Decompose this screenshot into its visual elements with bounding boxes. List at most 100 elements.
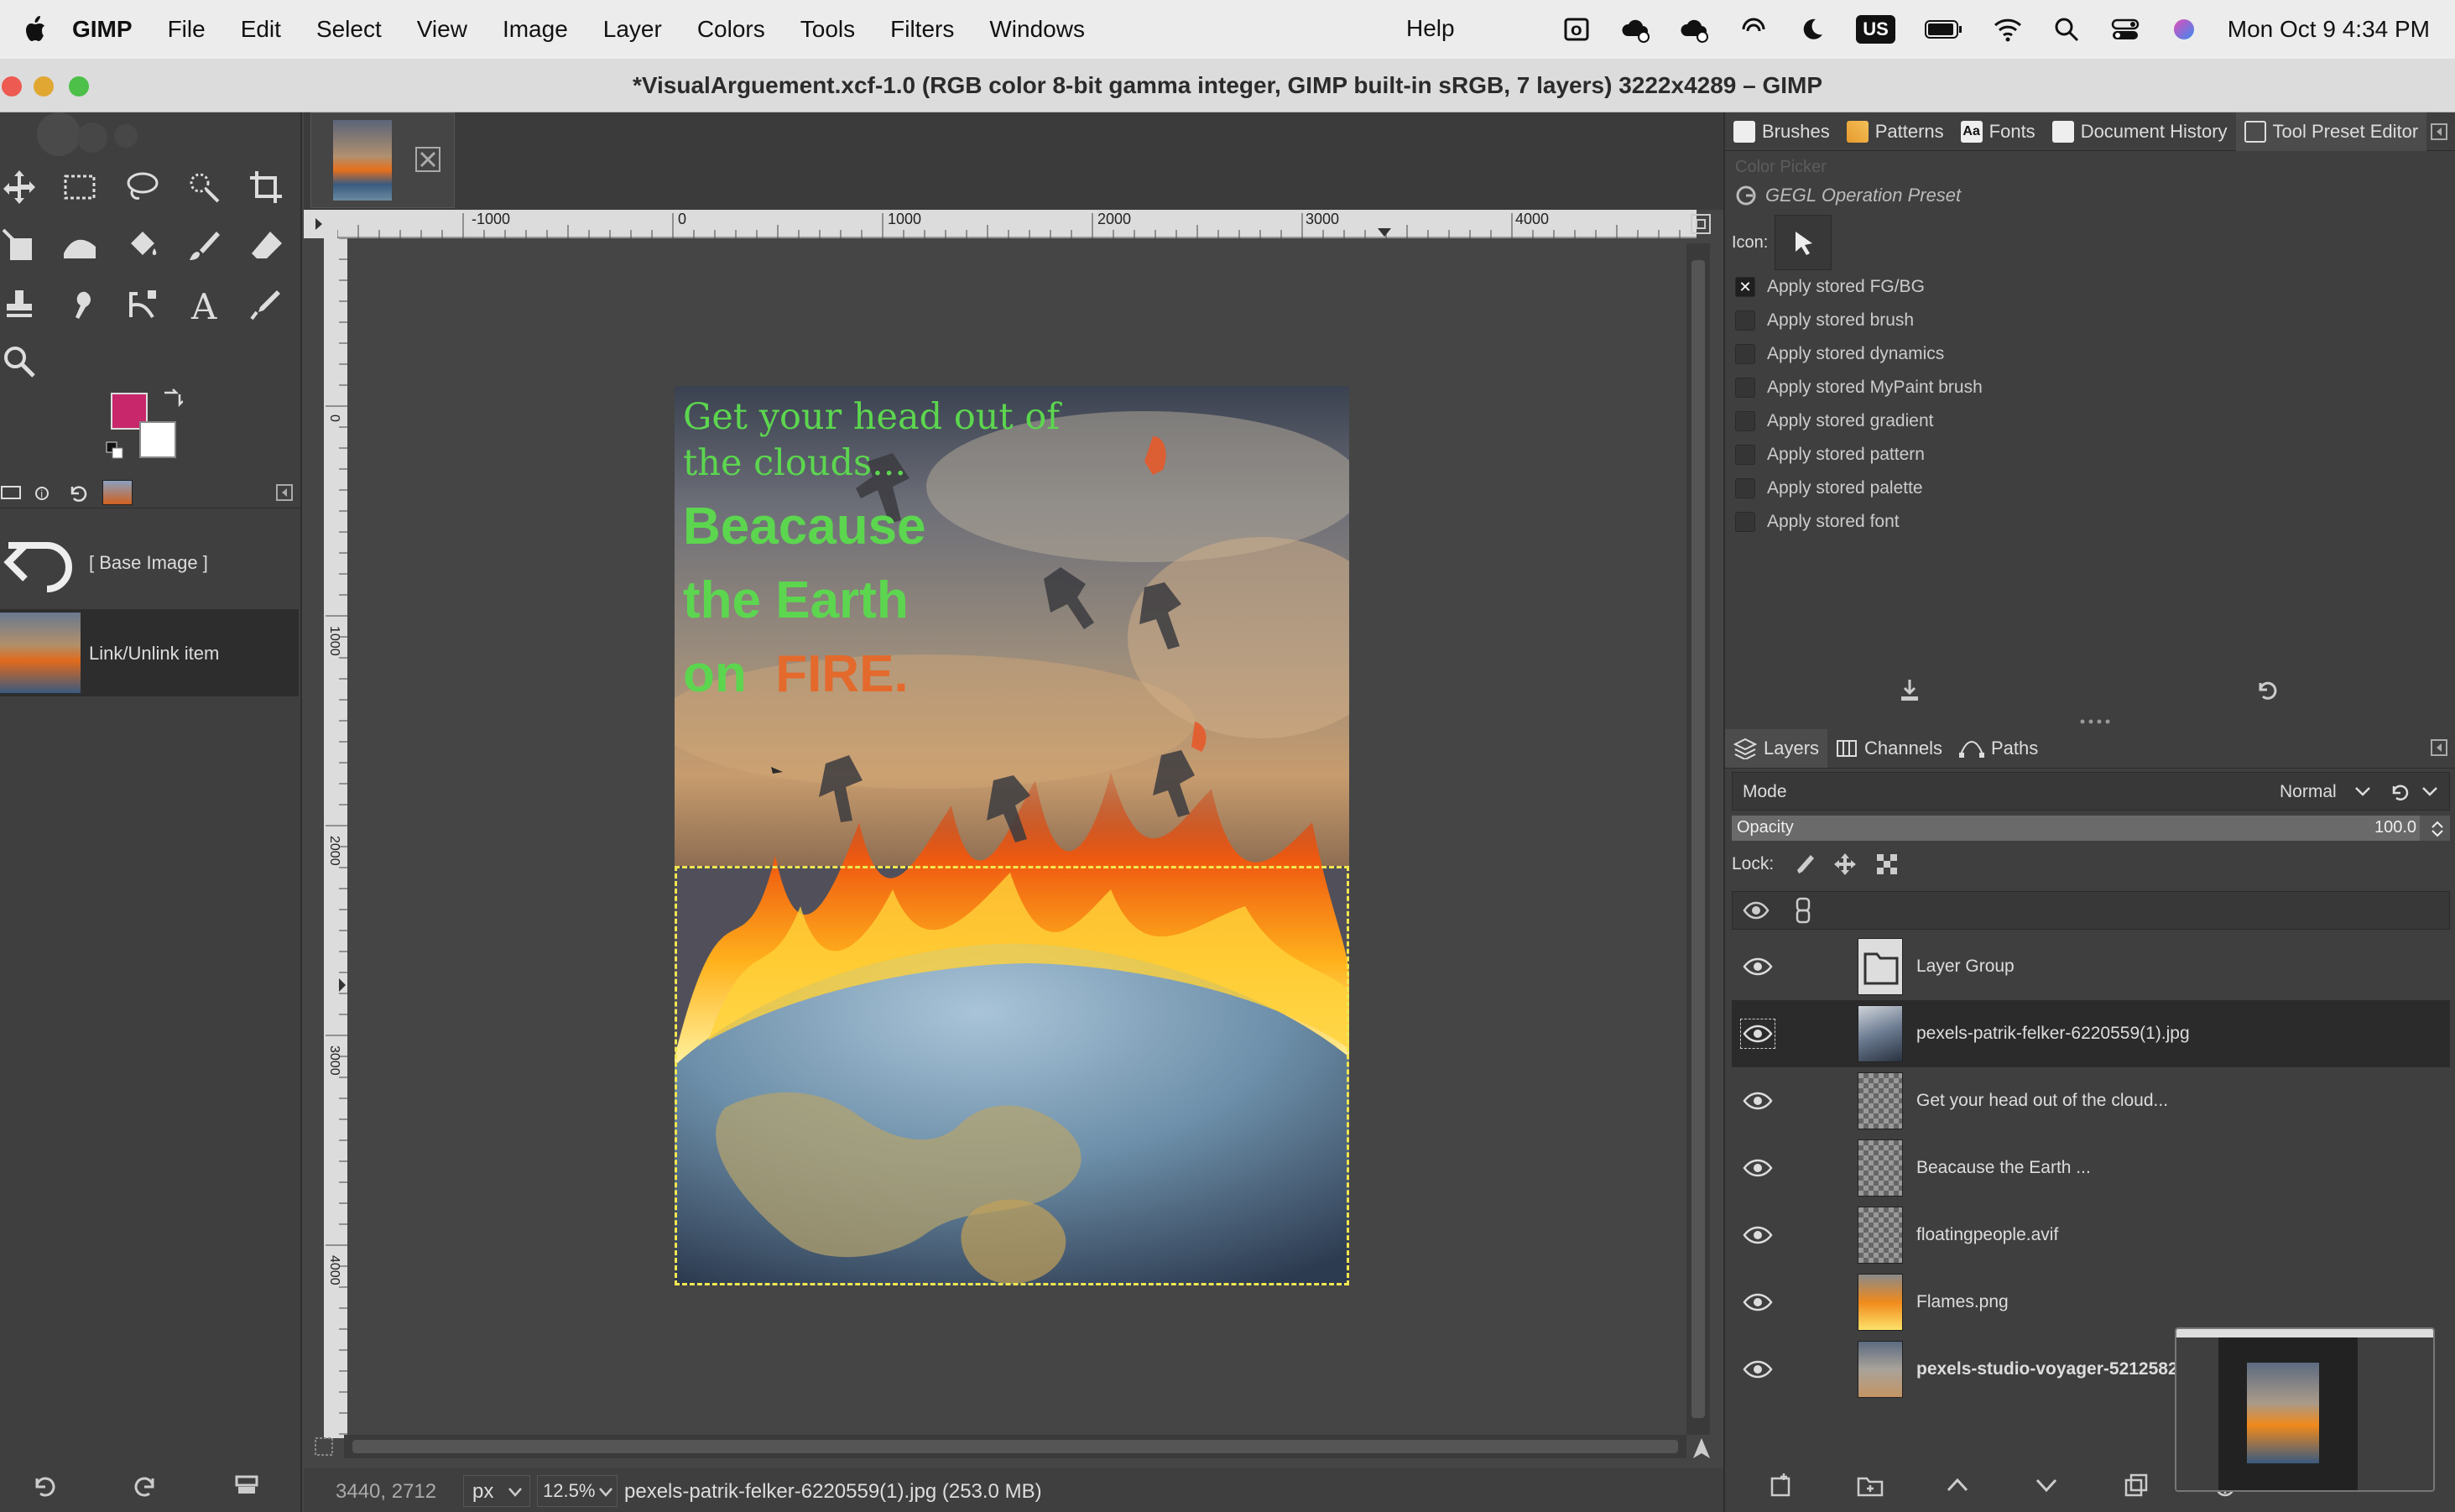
unit-select[interactable]: px	[463, 1475, 530, 1507]
undo-button-icon[interactable]	[30, 1473, 55, 1499]
menu-edit[interactable]: Edit	[241, 16, 281, 43]
checkbox[interactable]	[1735, 310, 1755, 331]
layer-mode-select[interactable]: Mode Normal	[1732, 772, 2450, 811]
fuzzy-select-icon[interactable]	[180, 163, 228, 211]
eye-icon[interactable]	[1740, 1220, 1775, 1250]
checkbox[interactable]	[1735, 344, 1755, 364]
wifi-icon[interactable]	[1993, 14, 2023, 44]
restore-preset-icon[interactable]	[2254, 678, 2279, 703]
opacity-slider[interactable]: Opacity 100.0	[1732, 816, 2450, 841]
swap-colors-icon[interactable]	[161, 388, 183, 409]
eye-icon[interactable]	[1740, 1086, 1775, 1116]
checkbox[interactable]	[1735, 445, 1755, 465]
checkbox[interactable]	[1735, 378, 1755, 398]
eraser-icon[interactable]	[242, 222, 290, 270]
pane-splitter-handle[interactable]	[2077, 718, 2111, 725]
layer-row-get-your-head[interactable]: Get your head out of the cloud...	[1732, 1067, 2450, 1134]
quick-mask-icon[interactable]	[314, 1436, 334, 1457]
close-image-tab-icon[interactable]	[414, 145, 442, 174]
raise-layer-icon[interactable]	[1945, 1473, 1970, 1497]
input-source-badge[interactable]: US	[1856, 15, 1895, 44]
option-apply-mypaint-brush[interactable]: Apply stored MyPaint brush	[1735, 371, 1983, 404]
navigate-icon[interactable]	[1690, 1436, 1713, 1460]
move-tool-icon[interactable]	[0, 163, 44, 211]
layer-row-pexels-patrik-felker[interactable]: pexels-patrik-felker-6220559(1).jpg	[1732, 1000, 2450, 1067]
zoom-select[interactable]: 12.5%	[537, 1475, 618, 1507]
cloud-sync-2-icon[interactable]	[1680, 14, 1710, 44]
redo-button-icon[interactable]	[134, 1473, 159, 1499]
tool-options-tab-icon[interactable]	[0, 482, 22, 503]
eye-icon[interactable]	[1740, 952, 1775, 982]
eye-icon[interactable]	[1740, 1287, 1775, 1317]
option-apply-brush[interactable]: Apply stored brush	[1735, 304, 1983, 337]
control-center-icon[interactable]	[2110, 14, 2140, 44]
tab-channels[interactable]: Channels	[1827, 729, 1951, 768]
dock-menu-icon[interactable]	[275, 483, 294, 502]
tab-paths[interactable]: Paths	[1951, 729, 2046, 768]
menu-layer[interactable]: Layer	[603, 16, 662, 43]
warp-transform-icon[interactable]	[55, 222, 104, 270]
lower-layer-icon[interactable]	[2034, 1473, 2059, 1497]
tab-fonts[interactable]: Aa Fonts	[1952, 112, 2044, 151]
option-apply-palette[interactable]: Apply stored palette	[1735, 472, 1983, 505]
checkbox[interactable]	[1735, 512, 1755, 532]
paths-tool-icon[interactable]	[117, 280, 166, 329]
menu-filters[interactable]: Filters	[890, 16, 954, 43]
eye-icon[interactable]	[1740, 1354, 1775, 1384]
tab-document-history[interactable]: Document History	[2044, 112, 2236, 151]
option-apply-font[interactable]: Apply stored font	[1735, 505, 1983, 539]
dock-menu-icon[interactable]	[2430, 738, 2448, 757]
lock-position-icon[interactable]	[1832, 852, 1858, 877]
spotlight-search-icon[interactable]	[2051, 14, 2082, 44]
new-layer-group-icon[interactable]	[1856, 1472, 1884, 1499]
menu-file[interactable]: File	[168, 16, 206, 43]
layer-row-beacause-the-earth[interactable]: Beacause the Earth ...	[1732, 1134, 2450, 1202]
crop-tool-icon[interactable]	[242, 163, 290, 211]
reset-colors-icon[interactable]	[106, 441, 124, 460]
menu-windows[interactable]: Windows	[989, 16, 1085, 43]
checkbox[interactable]	[1735, 478, 1755, 498]
tab-tool-preset-editor[interactable]: Tool Preset Editor	[2235, 112, 2427, 151]
dock-menu-icon[interactable]	[2430, 123, 2448, 141]
bucket-fill-icon[interactable]	[117, 222, 166, 270]
option-apply-pattern[interactable]: Apply stored pattern	[1735, 438, 1983, 472]
zoom-tool-icon[interactable]	[0, 337, 44, 386]
vertical-scrollbar[interactable]	[1686, 243, 1710, 1435]
ruler-corner-button[interactable]	[304, 210, 337, 238]
layer-row-flames[interactable]: Flames.png	[1732, 1269, 2450, 1336]
text-tool-icon[interactable]: A	[180, 280, 228, 329]
dark-mode-moon-icon[interactable]	[1797, 14, 1827, 44]
menu-image[interactable]: Image	[503, 16, 568, 43]
eye-icon[interactable]	[1740, 1153, 1775, 1183]
device-status-tab-icon[interactable]: i	[34, 482, 55, 503]
activity-icon[interactable]	[1738, 14, 1769, 44]
horizontal-scrollbar[interactable]	[344, 1435, 1686, 1458]
undo-item-base-image[interactable]: [ Base Image ]	[0, 519, 299, 606]
menu-view[interactable]: View	[417, 16, 467, 43]
horizontal-ruler[interactable]: -1000 0 1000 2000 3000 4000	[337, 210, 1697, 238]
apple-icon[interactable]	[22, 15, 47, 44]
menu-select[interactable]: Select	[316, 16, 382, 43]
rectangle-select-icon[interactable]	[55, 163, 104, 211]
switch-mode-icon[interactable]	[2387, 779, 2412, 805]
image-poster[interactable]: Get your head out of the clouds... Beaca…	[675, 386, 1349, 1285]
undo-history-tab-icon[interactable]	[67, 482, 89, 503]
tab-patterns[interactable]: Patterns	[1838, 112, 1952, 151]
save-preset-icon[interactable]	[1898, 678, 1921, 703]
checkbox[interactable]	[1735, 411, 1755, 431]
clone-tool-icon[interactable]	[0, 280, 44, 329]
menu-help[interactable]: Help	[1406, 15, 1455, 42]
duplicate-layer-icon[interactable]	[2123, 1472, 2150, 1499]
free-select-lasso-icon[interactable]	[117, 163, 166, 211]
battery-icon[interactable]	[1924, 14, 1964, 44]
menu-tools[interactable]: Tools	[800, 16, 855, 43]
unified-transform-icon[interactable]	[0, 222, 44, 270]
color-picker-icon[interactable]	[242, 280, 290, 329]
preset-icon-button[interactable]	[1775, 215, 1832, 270]
background-color-swatch[interactable]	[139, 421, 176, 458]
lock-alpha-icon[interactable]	[1874, 852, 1900, 877]
layer-row-layer-group[interactable]: Layer Group	[1732, 933, 2450, 1000]
outlook-icon[interactable]: O	[1562, 14, 1592, 44]
tab-layers[interactable]: Layers	[1725, 728, 1828, 768]
spin-arrows-icon[interactable]	[2430, 821, 2445, 837]
